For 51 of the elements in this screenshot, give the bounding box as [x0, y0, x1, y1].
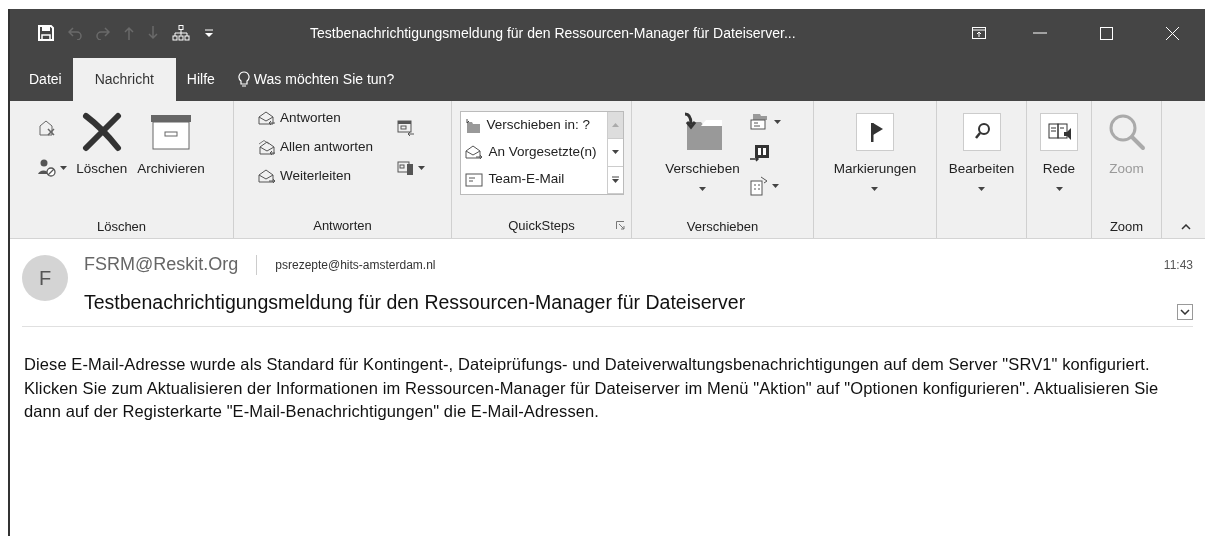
ribbon-button[interactable]: Markierungen	[830, 105, 920, 215]
message-time: 11:43	[1163, 256, 1193, 274]
flag-icon	[856, 113, 894, 151]
ribbon-button[interactable]: Archivieren	[134, 105, 208, 215]
tell-me-field[interactable]: Was möchten Sie tun?	[253, 68, 474, 90]
ribbon-button[interactable]: Allen antworten	[257, 134, 374, 161]
expand-header-icon[interactable]	[1177, 304, 1193, 320]
archive-box-icon	[150, 114, 192, 150]
message-body: Diese E-Mail-Adresse wurde als Standard für Kontingent-, Dateiprüfungs- und Dateiverwaltungsbenachrichtigungen auf dem Server "SRV1" konfiguriert. Klicken Sie zum Aktualisieren der Informationen im Ressourcen-Manager für Dateiserver im Menü "Aktion" auf "Optionen konfigurieren". Aktualisieren Sie dann auf der Registerkarte "E-Mail-Benachrichtigungen" die E-Mail-Adressen.	[24, 354, 1160, 422]
ribbon-button[interactable]: Löschen	[73, 105, 131, 215]
ribbon-tab[interactable]: Datei	[18, 58, 73, 101]
lightbulb-icon	[237, 70, 250, 88]
read-aloud-icon	[1040, 113, 1078, 151]
collapse-ribbon-icon[interactable]	[1181, 224, 1191, 230]
caret-icon	[418, 166, 426, 170]
quickstep-item[interactable]: Team-E-Mail	[460, 166, 607, 193]
ribbon-button[interactable]: Verschieben	[662, 105, 743, 215]
ribbon-button[interactable]: Rede	[1037, 105, 1081, 215]
ribbon-button[interactable]: Bearbeiten	[945, 105, 1018, 215]
ribbon-tab[interactable]: Nachricht	[72, 58, 176, 101]
ribbon-button[interactable]: Antworten	[257, 105, 374, 132]
group-label: Antworten	[313, 217, 372, 236]
ribbon-button[interactable]: Weiterleiten	[257, 163, 374, 190]
hierarchy-icon[interactable]	[172, 25, 190, 41]
reply-envelope-icon	[257, 110, 276, 127]
sender-name: FSRM@Reskit.Org	[84, 253, 239, 276]
dialog-launcher-icon[interactable]	[616, 221, 625, 230]
avatar: F	[22, 255, 68, 301]
move-folder-icon	[464, 117, 481, 134]
ribbon-button: Zoom	[1103, 105, 1150, 215]
group-label: QuickSteps	[508, 217, 575, 236]
reply-all-envelope-icon	[257, 139, 276, 156]
caret-icon	[60, 166, 68, 170]
forward-envelope-icon	[464, 144, 483, 161]
quickstep-item[interactable]: An Vorgesetzte(n)	[460, 139, 607, 166]
group-label: Zoom	[1109, 217, 1144, 236]
caret-icon	[771, 184, 779, 188]
message-subject: Testbenachrichtigungsmeldung für den Ressourcen-Manager für Dateiserver	[84, 290, 747, 316]
forward-envelope-icon	[257, 168, 276, 185]
window-title: Testbenachrichtigungsmeldung für den Ressourcen-Manager für Dateiserver...	[310, 23, 796, 43]
search-icon	[962, 113, 1001, 151]
ribbon-tab[interactable]: Hilfe	[175, 58, 226, 101]
group-label: Löschen	[96, 217, 147, 236]
recipient-address: psrezepte@hits-amsterdam.nl	[275, 256, 436, 274]
group-label: Verschieben	[686, 217, 759, 236]
delete-x-icon	[81, 112, 122, 152]
quickstep-item[interactable]: Verschieben in: ?	[460, 112, 607, 139]
save-icon[interactable]	[38, 25, 54, 41]
envelope-icon	[464, 172, 483, 187]
caret-icon	[773, 120, 781, 124]
customize-icon[interactable]	[204, 28, 214, 38]
